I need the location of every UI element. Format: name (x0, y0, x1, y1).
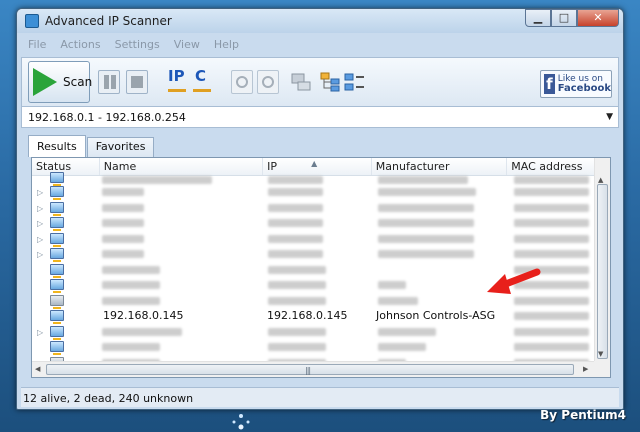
menu-help[interactable]: Help (207, 38, 246, 54)
column-ip[interactable]: ▲ IP (263, 158, 372, 175)
list-item[interactable] (32, 172, 594, 186)
computer-icon (50, 310, 64, 324)
stop-button[interactable] (126, 70, 148, 94)
tab-bar: Results Favorites (28, 135, 155, 157)
scan-button-label: Scan (63, 75, 93, 89)
list-item[interactable]: ▷ (32, 231, 594, 247)
expand-tree-icon[interactable] (320, 72, 342, 92)
c-class-scan-button[interactable]: C (195, 67, 206, 85)
menu-actions[interactable]: Actions (53, 38, 107, 54)
list-item[interactable]: ▷ (32, 324, 594, 340)
computer-icon (50, 248, 64, 262)
facebook-like-button[interactable]: f Like us on Facebook (540, 70, 612, 98)
scan-summary: 12 alive, 2 dead, 240 unknown (23, 392, 194, 405)
status-bar: 12 alive, 2 dead, 240 unknown (21, 387, 619, 407)
highlighted-row[interactable]: 192.168.0.145 192.168.0.145 Johnson Cont… (32, 308, 594, 324)
app-icon (25, 14, 39, 28)
red-arrow-annotation (487, 268, 541, 294)
list-item[interactable]: ▷ (32, 184, 594, 200)
computer-icon (50, 341, 64, 355)
power-off-button[interactable] (231, 70, 253, 94)
power-on-button[interactable] (257, 70, 279, 94)
scroll-left-icon[interactable]: ◀ (35, 365, 40, 373)
list-item[interactable]: ▷ (32, 246, 594, 262)
sort-up-icon: ▲ (311, 159, 318, 168)
scroll-down-icon[interactable]: ▼ (598, 350, 603, 358)
expand-arrow-icon[interactable]: ▷ (37, 188, 43, 197)
row-manufacturer: Johnson Controls-ASG (376, 309, 496, 322)
computer-dead-icon (50, 294, 64, 309)
expand-arrow-icon[interactable]: ▷ (37, 250, 43, 259)
expand-arrow-icon[interactable]: ▷ (37, 328, 43, 337)
computer-icon (50, 172, 64, 186)
computer-icon (50, 217, 64, 231)
ip-scan-button[interactable]: IP (168, 67, 185, 85)
expand-arrow-icon[interactable]: ▷ (37, 204, 43, 213)
horizontal-scrollbar[interactable]: ◀ ||| ▶ (32, 361, 594, 377)
ip-underline-icon (168, 89, 186, 92)
title-bar[interactable]: Advanced IP Scanner ▁ □ ✕ (17, 9, 623, 33)
list-item[interactable]: ▷ (32, 200, 594, 216)
computer-icon (50, 201, 64, 216)
vertical-scrollbar[interactable]: ▲ ▼ (594, 158, 610, 363)
pause-button[interactable] (98, 70, 120, 94)
sparkle-icon (232, 414, 250, 430)
toolbar: Scan IP C f Like us on Facebook (21, 57, 619, 107)
close-button[interactable]: ✕ (577, 9, 619, 27)
computer-icon (50, 263, 64, 278)
menu-file[interactable]: File (21, 38, 53, 54)
computer-icon (50, 279, 64, 293)
vertical-scroll-thumb[interactable] (597, 184, 608, 359)
computer-icon (50, 232, 64, 247)
ip-range-value: 192.168.0.1 - 192.168.0.254 (28, 111, 186, 124)
computer-icon (50, 186, 64, 200)
play-icon (33, 68, 57, 96)
menu-bar: File Actions Settings View Help (21, 38, 246, 54)
computer-icon (50, 325, 64, 340)
tab-results[interactable]: Results (28, 135, 86, 157)
column-mac[interactable]: MAC address (507, 158, 594, 175)
maximize-button[interactable]: □ (551, 9, 577, 27)
tab-favorites[interactable]: Favorites (86, 137, 155, 157)
scroll-right-icon[interactable]: ▶ (583, 365, 588, 373)
column-status[interactable]: Status (32, 158, 100, 175)
facebook-line2: Facebook (557, 83, 611, 94)
collapse-tree-icon[interactable] (344, 72, 366, 92)
menu-view[interactable]: View (167, 38, 207, 54)
app-window: Advanced IP Scanner ▁ □ ✕ File Actions S… (16, 8, 624, 410)
column-ip-label: IP (267, 160, 278, 173)
expand-arrow-icon[interactable]: ▷ (37, 235, 43, 244)
menu-settings[interactable]: Settings (108, 38, 167, 54)
window-title: Advanced IP Scanner (45, 14, 172, 28)
network-computer-icon[interactable] (290, 72, 312, 92)
ip-range-input[interactable]: 192.168.0.1 - 192.168.0.254 ▼ (21, 106, 619, 128)
minimize-button[interactable]: ▁ (525, 9, 551, 27)
scroll-up-icon[interactable]: ▲ (598, 176, 603, 184)
facebook-icon: f (544, 74, 555, 94)
list-item[interactable]: ▷ (32, 215, 594, 231)
list-item[interactable] (32, 339, 594, 355)
scan-button[interactable]: Scan (28, 61, 93, 103)
watermark: By Pentium4 (540, 408, 626, 422)
list-header: Status Name ▲ IP Manufacturer MAC addres… (32, 158, 594, 176)
scrollbar-corner (594, 361, 610, 377)
row-ip: 192.168.0.145 (267, 309, 348, 322)
column-manufacturer[interactable]: Manufacturer (372, 158, 508, 175)
c-underline-icon (193, 89, 211, 92)
column-name[interactable]: Name (100, 158, 264, 175)
row-name: 192.168.0.145 (103, 309, 184, 322)
horizontal-scroll-thumb[interactable]: ||| (46, 364, 574, 375)
expand-arrow-icon[interactable]: ▷ (37, 219, 43, 228)
chevron-down-icon[interactable]: ▼ (606, 112, 613, 122)
